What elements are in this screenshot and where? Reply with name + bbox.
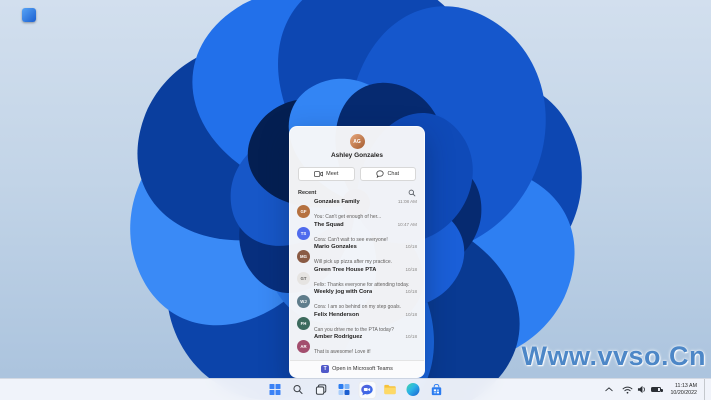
conversation-item[interactable]: FH Felix Henderson 10/18 Can you drive m… xyxy=(290,311,424,336)
conversation-preview: Felix: Thanks everyone for attending tod… xyxy=(314,281,410,288)
taskbar-clock[interactable]: 11:13 AM 10/20/2022 xyxy=(668,381,699,399)
chat-taskbar-icon xyxy=(361,384,373,395)
file-explorer-button[interactable] xyxy=(381,381,399,399)
conversation-name: Gonzales Family xyxy=(314,199,360,206)
conversation-time: 10/18 xyxy=(405,334,418,340)
conversation-name: Green Tree House PTA xyxy=(314,266,377,273)
windows-logo-icon xyxy=(269,384,281,395)
conversation-name: Mario Gonzales xyxy=(314,244,357,251)
store-button[interactable] xyxy=(427,381,445,399)
chat-button-label: Chat xyxy=(387,171,400,177)
conversation-avatar: TS xyxy=(297,227,310,241)
conversation-preview: Cora: Can't wait to see everyone! xyxy=(314,236,388,243)
user-name: Ashley Gonzales xyxy=(330,152,384,159)
show-desktop-button[interactable] xyxy=(704,379,707,400)
task-view-icon xyxy=(315,384,327,395)
edge-icon xyxy=(406,383,420,396)
conversation-preview: Cora: I am so behind on my step goals. xyxy=(314,304,401,311)
conversation-item[interactable]: AR Amber Rodriguez 10/18 That is awesome… xyxy=(290,334,424,358)
conversation-item[interactable]: TS The Squad 10:47 AM Cora: Can't wait t… xyxy=(290,221,424,246)
conversation-name: Amber Rodriguez xyxy=(314,334,363,341)
task-view-button[interactable] xyxy=(312,381,330,399)
chat-bubble-icon xyxy=(376,170,385,178)
conversation-avatar: MG xyxy=(297,249,310,263)
widgets-button[interactable] xyxy=(335,381,353,399)
quick-settings-button[interactable] xyxy=(620,381,663,399)
conversation-avatar: WJ xyxy=(297,294,310,308)
search-button[interactable] xyxy=(289,381,307,399)
search-icon[interactable] xyxy=(408,189,416,197)
conversation-name: Weekly jog with Cora xyxy=(314,289,373,296)
watermark: Www.vvso.Cn xyxy=(521,341,706,371)
conversation-avatar: AR xyxy=(297,339,310,353)
conversation-name: The Squad xyxy=(314,221,344,228)
conversation-time: 10/18 xyxy=(405,244,418,250)
chevron-up-icon xyxy=(605,387,614,392)
volume-icon xyxy=(638,385,646,394)
battery-icon xyxy=(651,386,663,393)
wifi-icon xyxy=(623,386,633,394)
chat-button-taskbar[interactable] xyxy=(358,380,376,399)
start-button[interactable] xyxy=(266,381,284,399)
conversation-list: GF Gonzales Family 11:08 AM You: Can't g… xyxy=(290,199,424,360)
tray-chevron-button[interactable] xyxy=(603,381,615,399)
conversation-item[interactable]: MG Mario Gonzales 10/18 Will pick up piz… xyxy=(290,244,424,268)
file-explorer-icon xyxy=(384,384,396,395)
search-icon xyxy=(293,384,303,395)
recent-header: Recent xyxy=(290,187,424,199)
widgets-icon xyxy=(338,384,350,395)
store-icon xyxy=(431,383,441,395)
conversation-item[interactable]: WJ Weekly jog with Cora 10/18 Cora: I am… xyxy=(290,289,424,313)
conversation-preview: That is awesome! Love it! xyxy=(314,349,371,356)
open-in-teams-link[interactable]: T Open in Microsoft Teams xyxy=(290,360,424,377)
chat-button[interactable]: Chat xyxy=(359,167,416,181)
teams-chat-flyout: AG Ashley Gonzales Meet Chat Recent GF G… xyxy=(289,126,425,378)
conversation-preview: Will pick up pizza after my practice. xyxy=(314,259,393,266)
action-buttons: Meet Chat xyxy=(290,162,424,187)
conversation-avatar: GF xyxy=(297,204,310,218)
camera-icon xyxy=(314,171,324,177)
system-tray: 11:13 AM 10/20/2022 xyxy=(603,379,707,400)
conversation-time: 10:47 AM xyxy=(397,221,417,227)
edge-button[interactable] xyxy=(404,381,422,399)
meet-button[interactable]: Meet xyxy=(298,167,355,181)
conversation-avatar: FH xyxy=(297,317,310,331)
recent-label: Recent xyxy=(298,190,317,196)
conversation-preview: You: Can't get enough of her... xyxy=(314,214,382,221)
meet-button-label: Meet xyxy=(326,171,339,177)
conversation-name: Felix Henderson xyxy=(314,311,360,318)
conversation-avatar: GT xyxy=(297,272,310,286)
conversation-preview: Can you drive me to the PTA today? xyxy=(314,326,394,333)
tray-date: 10/20/2022 xyxy=(670,389,697,396)
conversation-item[interactable]: GF Gonzales Family 11:08 AM You: Can't g… xyxy=(290,199,424,223)
conversation-time: 10/18 xyxy=(405,289,418,295)
taskbar: 11:13 AM 10/20/2022 xyxy=(0,378,711,400)
user-avatar: AG xyxy=(349,134,365,149)
flyout-header: AG Ashley Gonzales xyxy=(290,127,424,162)
open-in-teams-label: Open in Microsoft Teams xyxy=(332,366,393,372)
conversation-time: 10/18 xyxy=(405,266,418,272)
desktop: AG Ashley Gonzales Meet Chat Recent GF G… xyxy=(0,0,711,400)
taskbar-center-icons xyxy=(266,379,445,400)
conversation-item[interactable]: GT Green Tree House PTA 10/18 Felix: Tha… xyxy=(290,266,424,291)
conversation-time: 11:08 AM xyxy=(397,199,417,205)
desktop-shortcut-icon[interactable] xyxy=(22,8,36,22)
teams-logo-icon: T xyxy=(321,365,330,373)
conversation-time: 10/18 xyxy=(405,311,418,317)
